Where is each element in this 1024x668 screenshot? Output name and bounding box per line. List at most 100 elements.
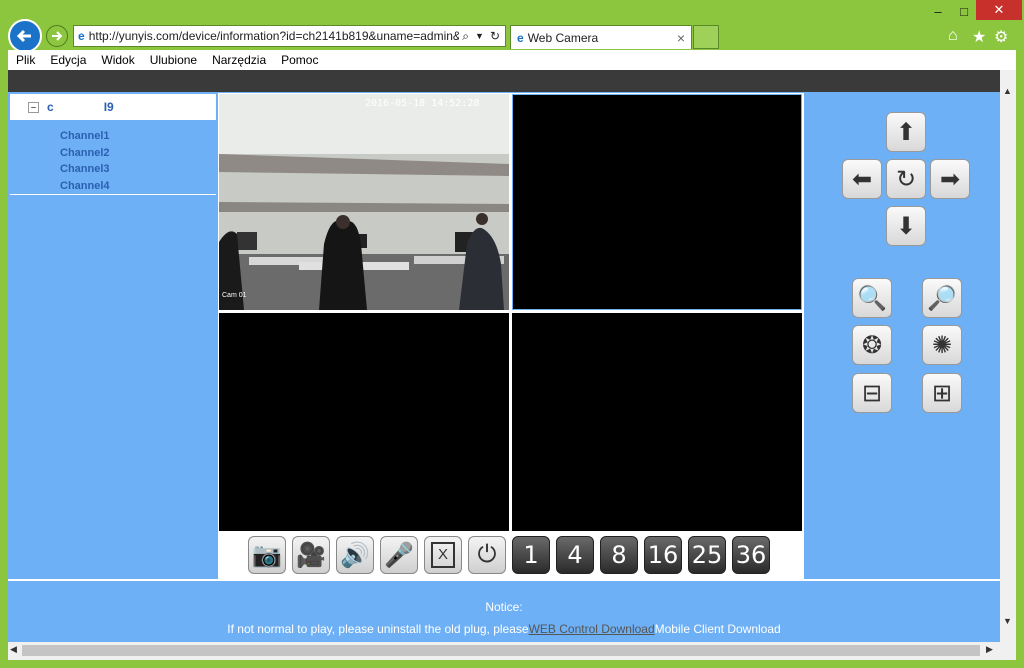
back-button[interactable] [8, 19, 42, 53]
notice-text: If not normal to play, please uninstall … [227, 622, 529, 636]
channel-3[interactable]: Channel3 [60, 163, 110, 175]
record-button[interactable]: 🎥 [292, 536, 330, 574]
channel-1[interactable]: Channel1 [60, 130, 110, 142]
video-pane-3[interactable] [219, 313, 509, 531]
vertical-scrollbar[interactable]: ▲ ▼ [1000, 70, 1016, 642]
iris-close-button[interactable]: ❂ [852, 325, 892, 365]
split-8-button[interactable]: 8 [600, 536, 638, 574]
split-36-button[interactable]: 36 [732, 536, 770, 574]
split-1-button[interactable]: 1 [512, 536, 550, 574]
zoom-in-icon: 🔎 [927, 284, 957, 312]
close-box-icon: X [431, 542, 455, 568]
minimize-button[interactable]: – [926, 2, 950, 20]
forward-button[interactable] [46, 25, 68, 47]
tree-divider [10, 194, 216, 195]
zoom-out-icon: 🔍 [857, 284, 887, 312]
aperture-open-icon: ✺ [931, 331, 953, 359]
close-all-button[interactable]: X [424, 536, 462, 574]
settings-gear-icon[interactable]: ⚙ [994, 27, 1008, 47]
arrow-up-icon: ⬆ [895, 118, 917, 146]
maximize-button[interactable]: □ [952, 2, 976, 20]
menu-edycja[interactable]: Edycja [50, 53, 86, 67]
aperture-close-icon: ❂ [861, 331, 883, 359]
split-4-button[interactable]: 4 [556, 536, 594, 574]
arrow-right-icon: ➡ [939, 165, 961, 193]
camera-icon: 📷 [252, 541, 282, 569]
collapse-toggle[interactable]: – [28, 101, 39, 113]
focus-plus-icon: ⊞ [931, 379, 953, 407]
zoom-in-button[interactable]: 🔎 [922, 278, 962, 318]
camera-feed-image [219, 94, 509, 310]
ptz-up-button[interactable]: ⬆ [886, 112, 926, 152]
browser-tab[interactable]: e Web Camera × [510, 25, 692, 49]
menu-plik[interactable]: Plik [16, 53, 35, 67]
power-button[interactable]: ⏻ [468, 536, 506, 574]
page-content: – c I9 Channel1 Channel2 Channel3 Channe… [8, 70, 1016, 642]
new-tab-button[interactable] [693, 25, 719, 49]
split-25-button[interactable]: 25 [688, 536, 726, 574]
tab-title: Web Camera [527, 30, 599, 45]
tab-close-icon[interactable]: × [677, 30, 685, 46]
video-grid: 2016-05-18 14:52:28 Cam 01 [218, 93, 804, 533]
scroll-right-icon[interactable]: ▶ [986, 644, 993, 655]
horizontal-scroll-thumb[interactable] [22, 645, 980, 656]
device-name[interactable]: c [47, 100, 54, 114]
refresh-icon[interactable]: ↻ [490, 29, 500, 43]
horizontal-scrollbar[interactable]: ◀ ▶ [8, 642, 1016, 660]
home-icon[interactable]: ⌂ [948, 27, 958, 45]
menu-ulubione[interactable]: Ulubione [150, 53, 197, 67]
talk-button[interactable]: 🎤 [380, 536, 418, 574]
scroll-up-icon[interactable]: ▲ [1003, 86, 1012, 96]
forward-arrow-icon [52, 31, 63, 41]
focus-minus-icon: ⊟ [861, 379, 883, 407]
notice-section: Notice: If not normal to play, please un… [8, 600, 1000, 636]
menu-narzedzia[interactable]: Narzędzia [212, 53, 266, 67]
split-16-button[interactable]: 16 [644, 536, 682, 574]
address-bar[interactable]: e http://yunyis.com/device/information?i… [73, 25, 506, 47]
microphone-icon: 🎤 [384, 541, 414, 569]
header-bar [8, 70, 1000, 92]
zoom-out-button[interactable]: 🔍 [852, 278, 892, 318]
iris-open-button[interactable]: ✺ [922, 325, 962, 365]
focus-far-button[interactable]: ⊞ [922, 373, 962, 413]
arrow-left-icon: ⬅ [851, 165, 873, 193]
ptz-left-button[interactable]: ⬅ [842, 159, 882, 199]
channel-4[interactable]: Channel4 [60, 180, 110, 192]
snapshot-button[interactable]: 📷 [248, 536, 286, 574]
video-pane-4[interactable] [512, 313, 802, 531]
audio-button[interactable]: 🔊 [336, 536, 374, 574]
search-icon[interactable]: ⌕ [462, 29, 469, 44]
menu-widok[interactable]: Widok [101, 53, 134, 67]
close-window-button[interactable]: ✕ [976, 0, 1022, 20]
scroll-down-icon[interactable]: ▼ [1003, 616, 1012, 626]
scroll-left-icon[interactable]: ◀ [10, 644, 17, 655]
device-name-suffix[interactable]: I9 [104, 100, 114, 114]
menu-bar: Plik Edycja Widok Ulubione Narzędzia Pom… [8, 50, 1016, 70]
video-pane-1[interactable]: 2016-05-18 14:52:28 Cam 01 [219, 94, 509, 310]
camera-label: Cam 01 [222, 292, 247, 299]
web-control-download-link[interactable]: WEB Control Download [529, 622, 655, 636]
mobile-client-download-link[interactable]: Mobile Client Download [655, 622, 781, 636]
dropdown-icon[interactable]: ▼ [475, 31, 484, 41]
device-tree: – c I9 Channel1 Channel2 Channel3 Channe… [10, 94, 216, 195]
focus-near-button[interactable]: ⊟ [852, 373, 892, 413]
favorites-star-icon[interactable]: ★ [972, 27, 986, 47]
power-icon: ⏻ [477, 541, 497, 568]
arrow-down-icon: ⬇ [895, 212, 917, 240]
notice-title: Notice: [485, 600, 523, 614]
video-camera-icon: 🎥 [296, 541, 326, 569]
refresh-circle-icon: ↻ [895, 165, 917, 193]
speaker-icon: 🔊 [340, 541, 370, 569]
ie-page-icon: e [78, 29, 85, 43]
ptz-auto-button[interactable]: ↻ [886, 159, 926, 199]
video-pane-2[interactable] [512, 94, 802, 310]
address-text[interactable]: http://yunyis.com/device/information?id=… [85, 29, 460, 43]
back-arrow-icon [16, 29, 31, 43]
footer-divider [8, 579, 1000, 581]
ptz-down-button[interactable]: ⬇ [886, 206, 926, 246]
channel-2[interactable]: Channel2 [60, 147, 110, 159]
device-tree-header[interactable]: – c I9 [10, 94, 216, 120]
video-timestamp: 2016-05-18 14:52:28 [365, 98, 480, 109]
menu-pomoc[interactable]: Pomoc [281, 53, 318, 67]
ptz-right-button[interactable]: ➡ [930, 159, 970, 199]
